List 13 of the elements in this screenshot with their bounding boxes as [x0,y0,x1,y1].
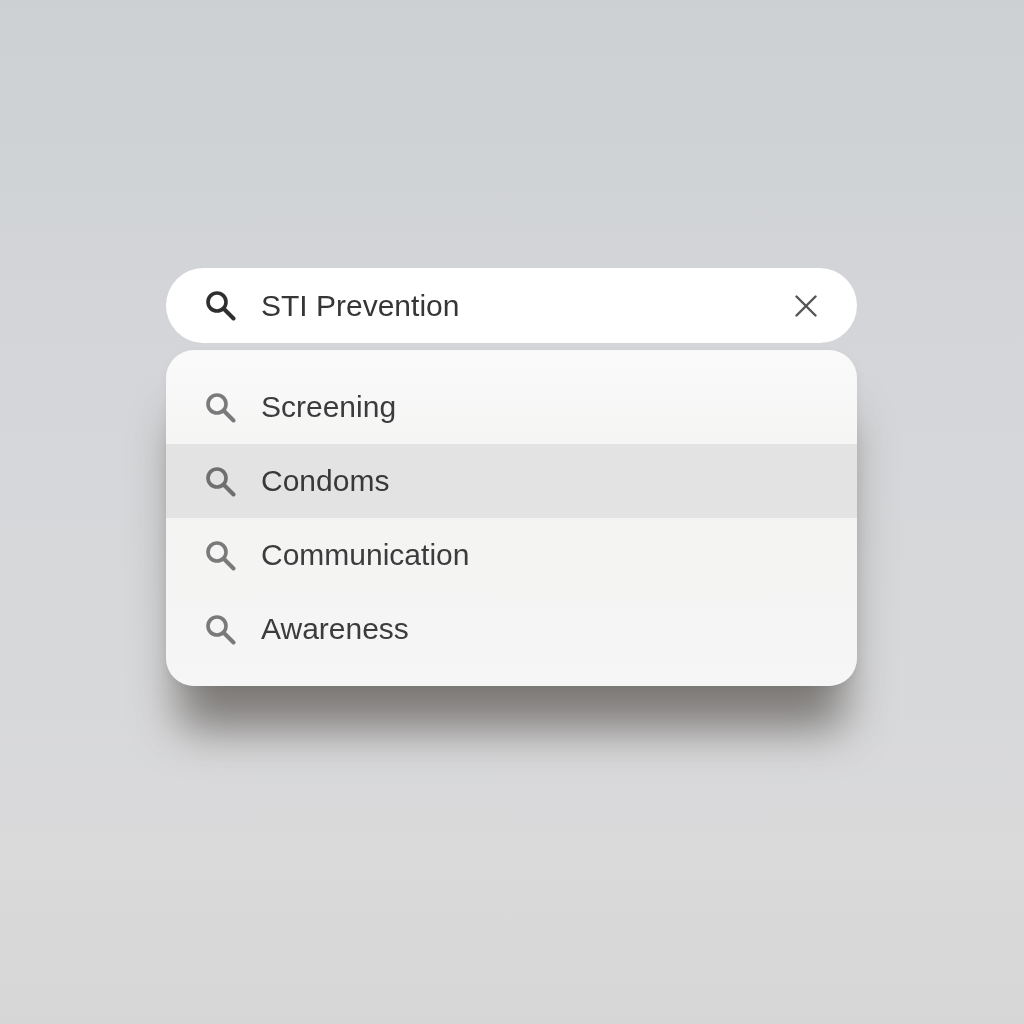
close-icon [795,294,817,317]
search-field[interactable]: STI Prevention [166,268,857,343]
search-icon [205,465,236,497]
suggestion-item[interactable]: Screening [166,370,857,444]
search-icon [205,391,236,423]
suggestion-item[interactable]: Awareness [166,592,857,666]
search-icon [205,539,236,571]
search-icon [205,613,236,645]
clear-button[interactable] [793,292,819,319]
suggestion-item[interactable]: Condoms [166,444,857,518]
search-query: STI Prevention [261,288,461,323]
suggestion-item[interactable]: Communication [166,518,857,592]
search-icon [205,290,236,321]
